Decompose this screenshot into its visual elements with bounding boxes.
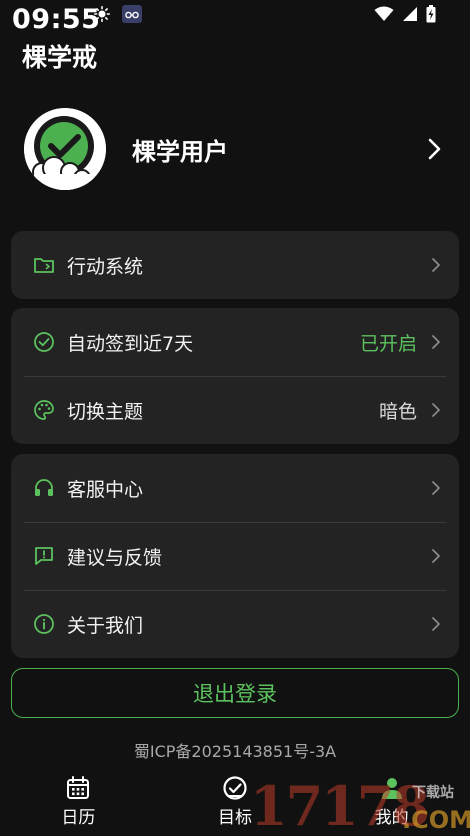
- wifi-icon: [374, 6, 394, 21]
- brightness-icon: [94, 6, 110, 22]
- theme-value: 暗色: [378, 400, 417, 423]
- info-icon: [34, 614, 54, 634]
- folder-icon: [34, 258, 54, 273]
- check-circle-icon: [34, 332, 54, 352]
- auto-checkin-status: 已开启: [359, 332, 417, 355]
- feedback-item[interactable]: 建议与反馈: [11, 522, 459, 590]
- check-cloud-icon: [24, 108, 106, 190]
- cell-signal-icon: [403, 7, 417, 21]
- settings-card: 自动签到近7天 已开启 切换主题 暗色: [11, 308, 459, 444]
- nav-mine[interactable]: 我的: [313, 770, 470, 836]
- status-time: 09:55: [12, 4, 101, 35]
- chevron-right-icon: [432, 258, 440, 272]
- person-icon: [381, 778, 402, 799]
- about-item[interactable]: 关于我们: [11, 590, 459, 658]
- nav-goals-label: 目标: [218, 808, 252, 828]
- bottom-nav: 日历 目标 我的: [0, 770, 470, 836]
- logout-button[interactable]: 退出登录: [11, 668, 459, 718]
- action-system-item[interactable]: 行动系统: [11, 231, 459, 299]
- nav-calendar[interactable]: 日历: [0, 770, 157, 836]
- feedback-label: 建议与反馈: [67, 546, 163, 569]
- calendar-icon: [67, 776, 90, 799]
- about-label: 关于我们: [67, 614, 144, 637]
- auto-checkin-item[interactable]: 自动签到近7天 已开启: [11, 308, 459, 376]
- avatar[interactable]: [24, 108, 106, 190]
- support-label: 客服中心: [67, 478, 144, 501]
- chevron-right-icon: [432, 481, 440, 495]
- status-bar: 09:55: [0, 0, 470, 36]
- app-title: 棵学戒: [22, 43, 98, 72]
- theme-label: 切换主题: [67, 400, 144, 423]
- feedback-icon: [35, 547, 53, 565]
- support-item[interactable]: 客服中心: [11, 454, 459, 522]
- chevron-right-icon: [432, 549, 440, 563]
- profile-row[interactable]: 棵学用户: [24, 108, 446, 190]
- battery-charging-icon: [426, 5, 436, 23]
- nav-mine-label: 我的: [374, 808, 409, 828]
- headset-icon: [35, 479, 53, 496]
- chevron-right-icon: [432, 617, 440, 631]
- nav-calendar-label: 日历: [61, 808, 96, 828]
- theme-item[interactable]: 切换主题 暗色: [11, 376, 459, 444]
- palette-icon: [34, 400, 54, 420]
- action-system-label: 行动系统: [67, 255, 144, 278]
- action-card: 行动系统: [11, 231, 459, 299]
- nav-goals[interactable]: 目标: [157, 770, 314, 836]
- profile-name: 棵学用户: [132, 137, 228, 166]
- auto-checkin-label: 自动签到近7天: [67, 332, 194, 355]
- chevron-right-icon: [432, 403, 440, 417]
- target-check-icon: [223, 776, 247, 800]
- chevron-right-icon[interactable]: [422, 137, 446, 161]
- glasses-icon: [122, 5, 142, 23]
- icp-license: 蜀ICP备2025143851号-3A: [133, 742, 337, 761]
- chevron-right-icon: [432, 335, 440, 349]
- help-card: 客服中心 建议与反馈 关于我们: [11, 454, 459, 658]
